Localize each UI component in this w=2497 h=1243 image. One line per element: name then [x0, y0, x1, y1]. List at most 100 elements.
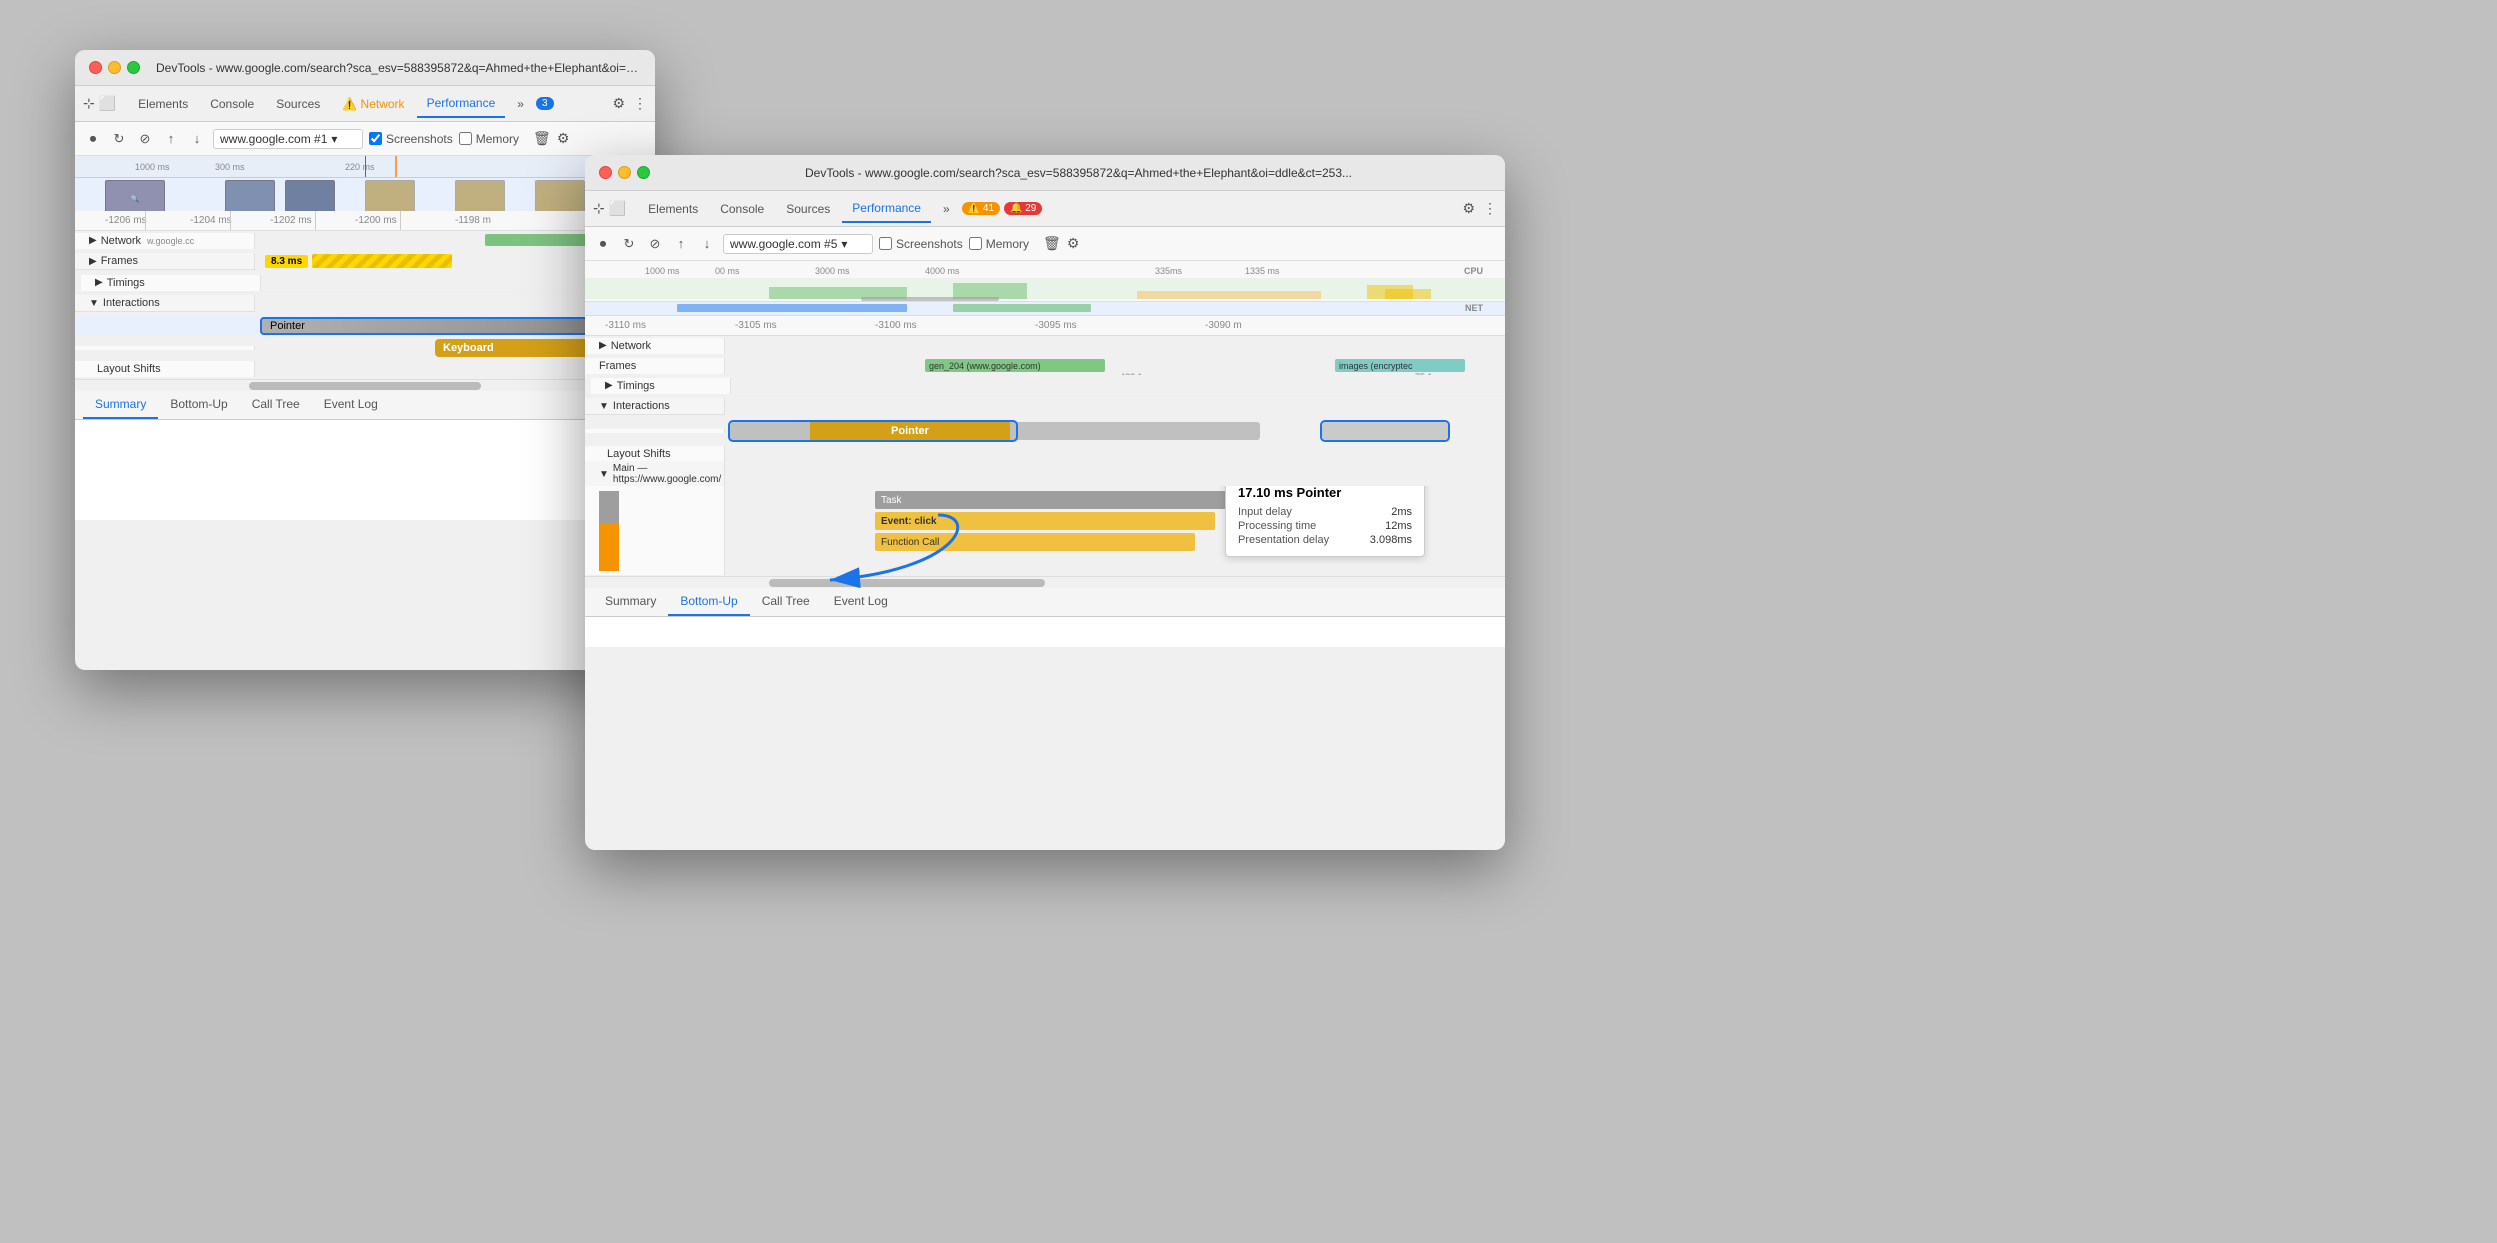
upload-btn-1[interactable]: ↑ — [161, 129, 181, 149]
scrollbar-thumb-1[interactable] — [249, 382, 481, 390]
layout-shifts-label-1: Layout Shifts — [75, 361, 255, 377]
tooltip-title: 17.10 ms Pointer — [1238, 486, 1412, 500]
summary-tab-2[interactable]: Summary — [593, 588, 668, 616]
settings2-icon-1[interactable]: ⚙ — [557, 130, 570, 147]
memory-checkbox-2[interactable]: Memory — [969, 237, 1029, 251]
tasks-content-2: Task Event: click Function Call 17.10 ms… — [725, 486, 1505, 576]
download-btn-1[interactable]: ↓ — [187, 129, 207, 149]
screenshots-checkbox-1[interactable]: Screenshots — [369, 132, 453, 146]
timings-row-2[interactable]: ▶ Timings — [585, 376, 1505, 396]
calltree-tab-2[interactable]: Call Tree — [750, 588, 822, 616]
network-label-1: ▶ Network w.google.cc — [75, 233, 255, 249]
tab-performance-1[interactable]: Performance — [417, 90, 506, 118]
titlebar-2: DevTools - www.google.com/search?sca_esv… — [585, 155, 1505, 191]
pointer-gray-left — [730, 422, 810, 440]
settings2-icon-2[interactable]: ⚙ — [1067, 235, 1080, 252]
window-title-2: DevTools - www.google.com/search?sca_esv… — [666, 166, 1491, 180]
ruler-2: -3110 ms -3105 ms -3100 ms -3095 ms -309… — [585, 316, 1505, 336]
tab-console-2[interactable]: Console — [710, 196, 774, 222]
network-content-2 — [725, 336, 1505, 355]
eventlog-tab-2[interactable]: Event Log — [822, 588, 900, 616]
timings-content-2 — [731, 379, 1499, 392]
settings-icon-1[interactable]: ⚙ — [612, 95, 625, 112]
minimize-button-1[interactable] — [108, 61, 121, 74]
maximize-button-2[interactable] — [637, 166, 650, 179]
interactions-label-1: ▼ Interactions — [75, 295, 255, 312]
network-label-2: ▶ Network — [585, 338, 725, 354]
tab-elements-2[interactable]: Elements — [638, 196, 708, 222]
tab-performance-2[interactable]: Performance — [842, 195, 931, 223]
main-label-2: ▼ Main — https://www.google.com/ — [585, 461, 725, 488]
bottom-tabbar-2: Summary Bottom-Up Call Tree Event Log — [585, 588, 1505, 617]
pointer-orange-center[interactable]: Pointer — [810, 422, 1010, 440]
tab-console-1[interactable]: Console — [200, 91, 264, 117]
clear-btn-2[interactable]: ⊘ — [645, 234, 665, 254]
function-call-bar: Function Call — [875, 533, 1195, 551]
ruler-mark-4: -1200 ms — [355, 215, 397, 226]
ruler-mark-3: -1202 ms — [270, 215, 312, 226]
tab-sources-1[interactable]: Sources — [266, 91, 330, 117]
network-row-1: ▶ Network w.google.cc search (ww — [75, 231, 655, 251]
record-btn-1[interactable]: ⏺ — [83, 129, 103, 149]
eventlog-tab-1[interactable]: Event Log — [312, 391, 390, 419]
keyboard-row-1: Keyboard — [75, 337, 655, 359]
ruler-1: -1206 ms -1204 ms -1202 ms -1200 ms -119… — [75, 211, 655, 231]
pointer-row-1: Pointer — [75, 315, 655, 337]
timings-row-1[interactable]: ▶ Timings — [75, 273, 655, 293]
devtools-tabbar-1: ⊹ ⬜ Elements Console Sources ⚠️ Network … — [75, 86, 655, 122]
pointer-bar-1[interactable]: Pointer — [260, 317, 610, 335]
left-bars — [599, 491, 619, 571]
frames-value2: 75.1 ms — [1415, 372, 1447, 375]
bottomup-tab-2[interactable]: Bottom-Up — [668, 588, 749, 616]
keyboard-label-1 — [75, 346, 255, 350]
minimize-button-2[interactable] — [618, 166, 631, 179]
scrollbar-2[interactable] — [585, 576, 1505, 588]
bottom-content-2 — [585, 617, 1505, 647]
clear-btn-1[interactable]: ⊘ — [135, 129, 155, 149]
summary-tab-1[interactable]: Summary — [83, 391, 158, 419]
tab-more-2[interactable]: » — [933, 196, 960, 222]
interactions-section-2: ▼ Interactions — [585, 396, 1505, 418]
delete-icon-1[interactable]: 🗑 — [533, 130, 551, 147]
maximize-button-1[interactable] — [127, 61, 140, 74]
frames-value-1: 8.3 ms — [265, 255, 308, 268]
badge-red: 🔔 29 — [1004, 202, 1042, 215]
interactions-section-1: ▼ Interactions — [75, 293, 655, 315]
tab-elements-1[interactable]: Elements — [128, 91, 198, 117]
more-icon-1[interactable]: ⋮ — [633, 95, 647, 112]
layout-shifts-label-2: Layout Shifts — [585, 446, 725, 462]
scrollbar-1[interactable] — [75, 379, 655, 391]
upload-btn-2[interactable]: ↑ — [671, 234, 691, 254]
pointer-label-2 — [585, 429, 725, 433]
record-btn-2[interactable]: ⏺ — [593, 234, 613, 254]
settings-icon-2[interactable]: ⚙ — [1462, 200, 1475, 217]
screenshots-checkbox-2[interactable]: Screenshots — [879, 237, 963, 251]
tab-more-1[interactable]: » — [507, 91, 534, 117]
tooltip-presentation-delay: Presentation delay 3.098ms — [1238, 534, 1412, 546]
timings-label-1: ▶ Timings — [81, 275, 261, 291]
bottom-content-1 — [75, 420, 655, 520]
traffic-lights-1 — [89, 61, 140, 74]
tab-network-1[interactable]: ⚠️ Network — [332, 91, 414, 117]
bottomup-tab-1[interactable]: Bottom-Up — [158, 391, 239, 419]
scrollbar-thumb-2[interactable] — [769, 579, 1045, 587]
delete-icon-2[interactable]: 🗑 — [1043, 235, 1061, 252]
network-row-2: ▶ Network — [585, 336, 1505, 356]
reload-btn-1[interactable]: ↻ — [109, 129, 129, 149]
close-button-2[interactable] — [599, 166, 612, 179]
memory-checkbox-1[interactable]: Memory — [459, 132, 519, 146]
devtools-tabbar-2: ⊹ ⬜ Elements Console Sources Performance… — [585, 191, 1505, 227]
pointer-row-2: Pointer — [585, 418, 1505, 444]
download-btn-2[interactable]: ↓ — [697, 234, 717, 254]
url-selector-2[interactable]: www.google.com #5 ▾ — [723, 234, 873, 254]
calltree-tab-1[interactable]: Call Tree — [240, 391, 312, 419]
more-icon-2[interactable]: ⋮ — [1483, 200, 1497, 217]
close-button-1[interactable] — [89, 61, 102, 74]
ruler-mark-2: -1204 ms — [190, 215, 232, 226]
url-selector-1[interactable]: www.google.com #1 ▾ — [213, 129, 363, 149]
interactions-header-2 — [725, 396, 1505, 417]
tab-sources-2[interactable]: Sources — [776, 196, 840, 222]
reload-btn-2[interactable]: ↻ — [619, 234, 639, 254]
toolbar-2: ⏺ ↻ ⊘ ↑ ↓ www.google.com #5 ▾ Screenshot… — [585, 227, 1505, 261]
pointer-content-2: Pointer — [725, 418, 1505, 443]
